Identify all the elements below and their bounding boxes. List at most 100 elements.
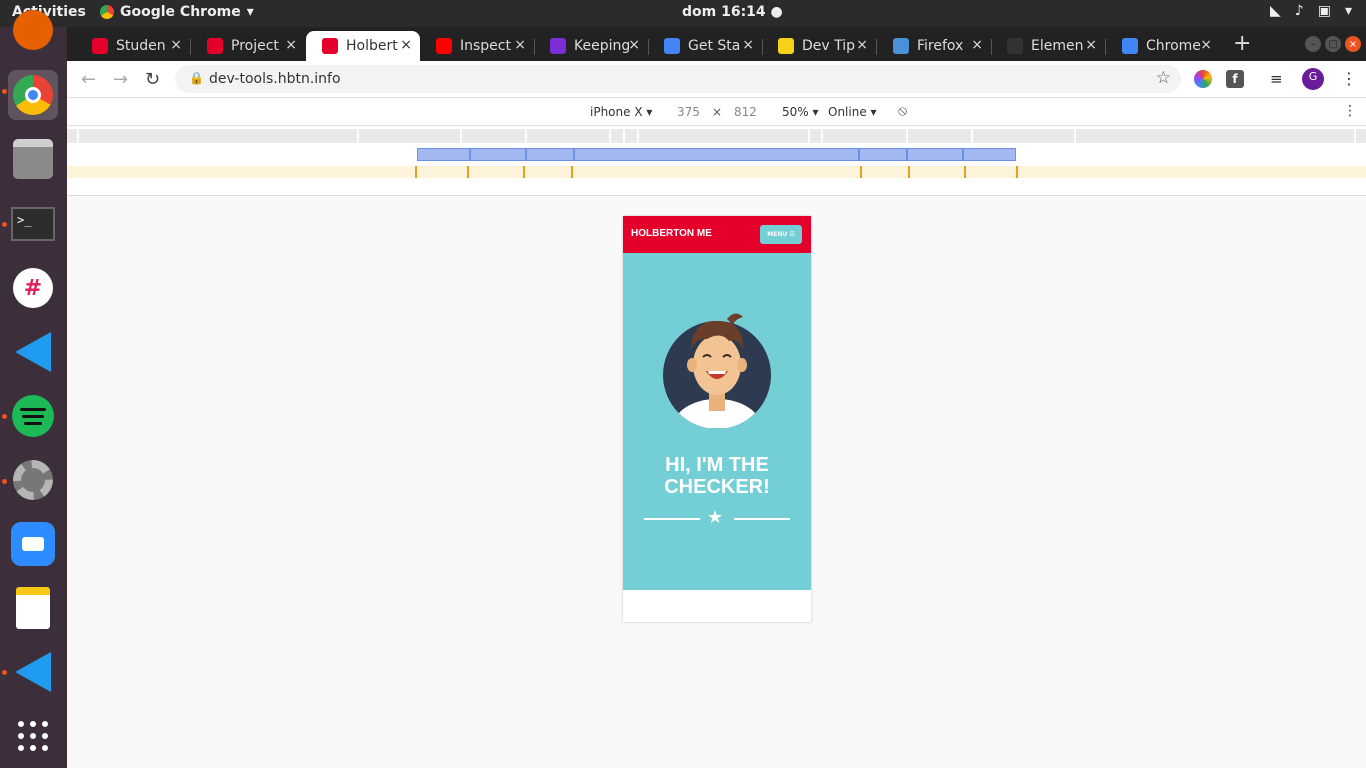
max-width-query-bar[interactable]: [67, 129, 1366, 143]
files-icon[interactable]: [8, 134, 58, 184]
tab-title: Project: [231, 38, 279, 54]
avatar: [663, 313, 771, 428]
device-height-input[interactable]: 812: [734, 105, 757, 119]
battery-icon: ▣: [1317, 3, 1331, 19]
close-tab-icon[interactable]: ×: [742, 37, 754, 53]
throttle-select[interactable]: Online ▾: [828, 105, 877, 119]
dark-icon: [1007, 38, 1023, 54]
media-controls-icon[interactable]: ≡: [1270, 70, 1288, 88]
emulated-device-viewport[interactable]: HOLBERTON ME MENU ☰ HI, I'M THE CHECKER!…: [623, 216, 811, 622]
profile-avatar[interactable]: G: [1302, 68, 1324, 90]
divider-line-right: [734, 518, 790, 520]
clock[interactable]: dom 16:14 ●: [682, 4, 783, 20]
holberton-icon: [92, 38, 108, 54]
app-name: Google Chrome: [120, 4, 241, 20]
browser-tab[interactable]: Chrome ×: [1106, 31, 1220, 61]
u-icon: [778, 38, 794, 54]
chrome-menu-icon[interactable]: ⋮: [1341, 70, 1359, 88]
firefox-icon: [893, 38, 909, 54]
min-width-query-bar[interactable]: [67, 166, 1366, 178]
browser-tab[interactable]: Get Sta ×: [648, 31, 762, 61]
firefox-icon[interactable]: [8, 10, 58, 51]
browser-tab[interactable]: Keeping ×: [534, 31, 648, 61]
tab-strip: + – □ × Studen × Project × Holbert × Inspect × K…: [67, 27, 1366, 61]
divider-line-left: [644, 518, 700, 520]
notes-icon[interactable]: [8, 583, 58, 633]
device-toolbar-menu-icon[interactable]: ⋮: [1343, 103, 1357, 119]
browser-tab[interactable]: Project ×: [191, 31, 305, 61]
close-tab-icon[interactable]: ×: [628, 37, 640, 53]
forward-button[interactable]: →: [113, 69, 128, 90]
tab-title: Inspect: [460, 38, 511, 54]
terminal-icon[interactable]: >_: [8, 199, 58, 249]
close-tab-icon[interactable]: ×: [170, 37, 182, 53]
close-tab-icon[interactable]: ×: [1200, 37, 1212, 53]
chrome-icon: [100, 5, 114, 19]
close-tab-icon[interactable]: ×: [971, 37, 983, 53]
tab-title: Get Sta: [688, 38, 741, 54]
browser-tab[interactable]: Elemen ×: [991, 31, 1105, 61]
tab-title: Chrome: [1146, 38, 1201, 54]
url-text: dev-tools.hbtn.info: [209, 71, 341, 87]
star-icon: ★: [707, 507, 724, 528]
close-tab-icon[interactable]: ×: [514, 37, 526, 53]
tab-title: Elemen: [1031, 38, 1084, 54]
device-width-input[interactable]: 375: [677, 105, 700, 119]
browser-tab[interactable]: Studen ×: [76, 31, 190, 61]
facebook-extension-icon[interactable]: f: [1226, 70, 1244, 88]
close-window-button[interactable]: ×: [1345, 36, 1361, 52]
media-query-bars: [67, 126, 1366, 196]
close-tab-icon[interactable]: ×: [856, 37, 868, 53]
tab-title: Keeping: [574, 38, 629, 54]
color-extension-icon[interactable]: [1194, 70, 1212, 88]
system-top-bar: Activities Google Chrome ▾ dom 16:14 ● ◣…: [0, 0, 1366, 27]
browser-tab[interactable]: Holbert ×: [306, 31, 420, 61]
youtube-icon: [436, 38, 452, 54]
close-tab-icon[interactable]: ×: [285, 37, 297, 53]
back-button[interactable]: ←: [81, 69, 96, 90]
zoom-select[interactable]: 50% ▾: [782, 105, 819, 119]
system-tray[interactable]: ◣ ♪ ▣ ▾: [1270, 3, 1352, 19]
close-tab-icon[interactable]: ×: [1085, 37, 1097, 53]
wifi-icon: ◣: [1270, 3, 1281, 19]
menu-button[interactable]: MENU ☰: [760, 225, 802, 244]
slack-icon[interactable]: #: [8, 263, 58, 313]
vscode-icon[interactable]: [8, 327, 58, 377]
maximize-button[interactable]: □: [1325, 36, 1341, 52]
vscode-icon[interactable]: [8, 647, 58, 697]
chrome-dock-icon[interactable]: [8, 70, 58, 120]
app-menu[interactable]: Google Chrome ▾: [100, 4, 254, 20]
site-brand[interactable]: HOLBERTON ME: [631, 228, 712, 239]
volume-icon: ♪: [1294, 3, 1304, 19]
minimize-button[interactable]: –: [1305, 36, 1321, 52]
device-toolbar: iPhone X ▾ 375 × 812 50% ▾ Online ▾ ⦸ ⋮: [67, 98, 1366, 126]
holberton-icon: [207, 38, 223, 54]
power-icon: ▾: [1344, 3, 1352, 19]
reload-button[interactable]: ↻: [145, 69, 160, 90]
hero-title: HI, I'M THE CHECKER!: [664, 454, 770, 498]
new-tab-button[interactable]: +: [1233, 31, 1251, 56]
tab-title: Dev Tip: [802, 38, 856, 54]
tab-title: Studen: [116, 38, 166, 54]
keeping-icon: [550, 38, 566, 54]
chevron-down-icon: ▾: [246, 4, 254, 20]
spotify-icon[interactable]: [8, 391, 58, 441]
min-max-width-query-bar[interactable]: [417, 148, 1016, 161]
close-tab-icon[interactable]: ×: [400, 37, 412, 53]
device-select[interactable]: iPhone X ▾: [590, 105, 652, 119]
lock-icon: 🔒: [189, 71, 204, 85]
address-bar[interactable]: 🔒 dev-tools.hbtn.info ☆: [175, 65, 1181, 93]
browser-tab[interactable]: Inspect ×: [420, 31, 534, 61]
browser-toolbar: ← → ↻ 🔒 dev-tools.hbtn.info ☆ f ≡ G ⋮: [67, 61, 1366, 98]
settings-icon[interactable]: [8, 455, 58, 505]
bookmark-star-icon[interactable]: ☆: [1156, 68, 1171, 88]
rotate-icon[interactable]: ⦸: [898, 103, 907, 119]
tab-title: Firefox: [917, 38, 964, 54]
chrome-devtools-icon: [664, 38, 680, 54]
zoom-icon[interactable]: [8, 519, 58, 569]
site-header: HOLBERTON ME MENU ☰: [623, 216, 811, 253]
browser-tab[interactable]: Firefox ×: [877, 31, 991, 61]
browser-tab[interactable]: Dev Tip ×: [762, 31, 876, 61]
holberton-icon: [322, 38, 338, 54]
app-grid-icon[interactable]: [8, 711, 58, 761]
